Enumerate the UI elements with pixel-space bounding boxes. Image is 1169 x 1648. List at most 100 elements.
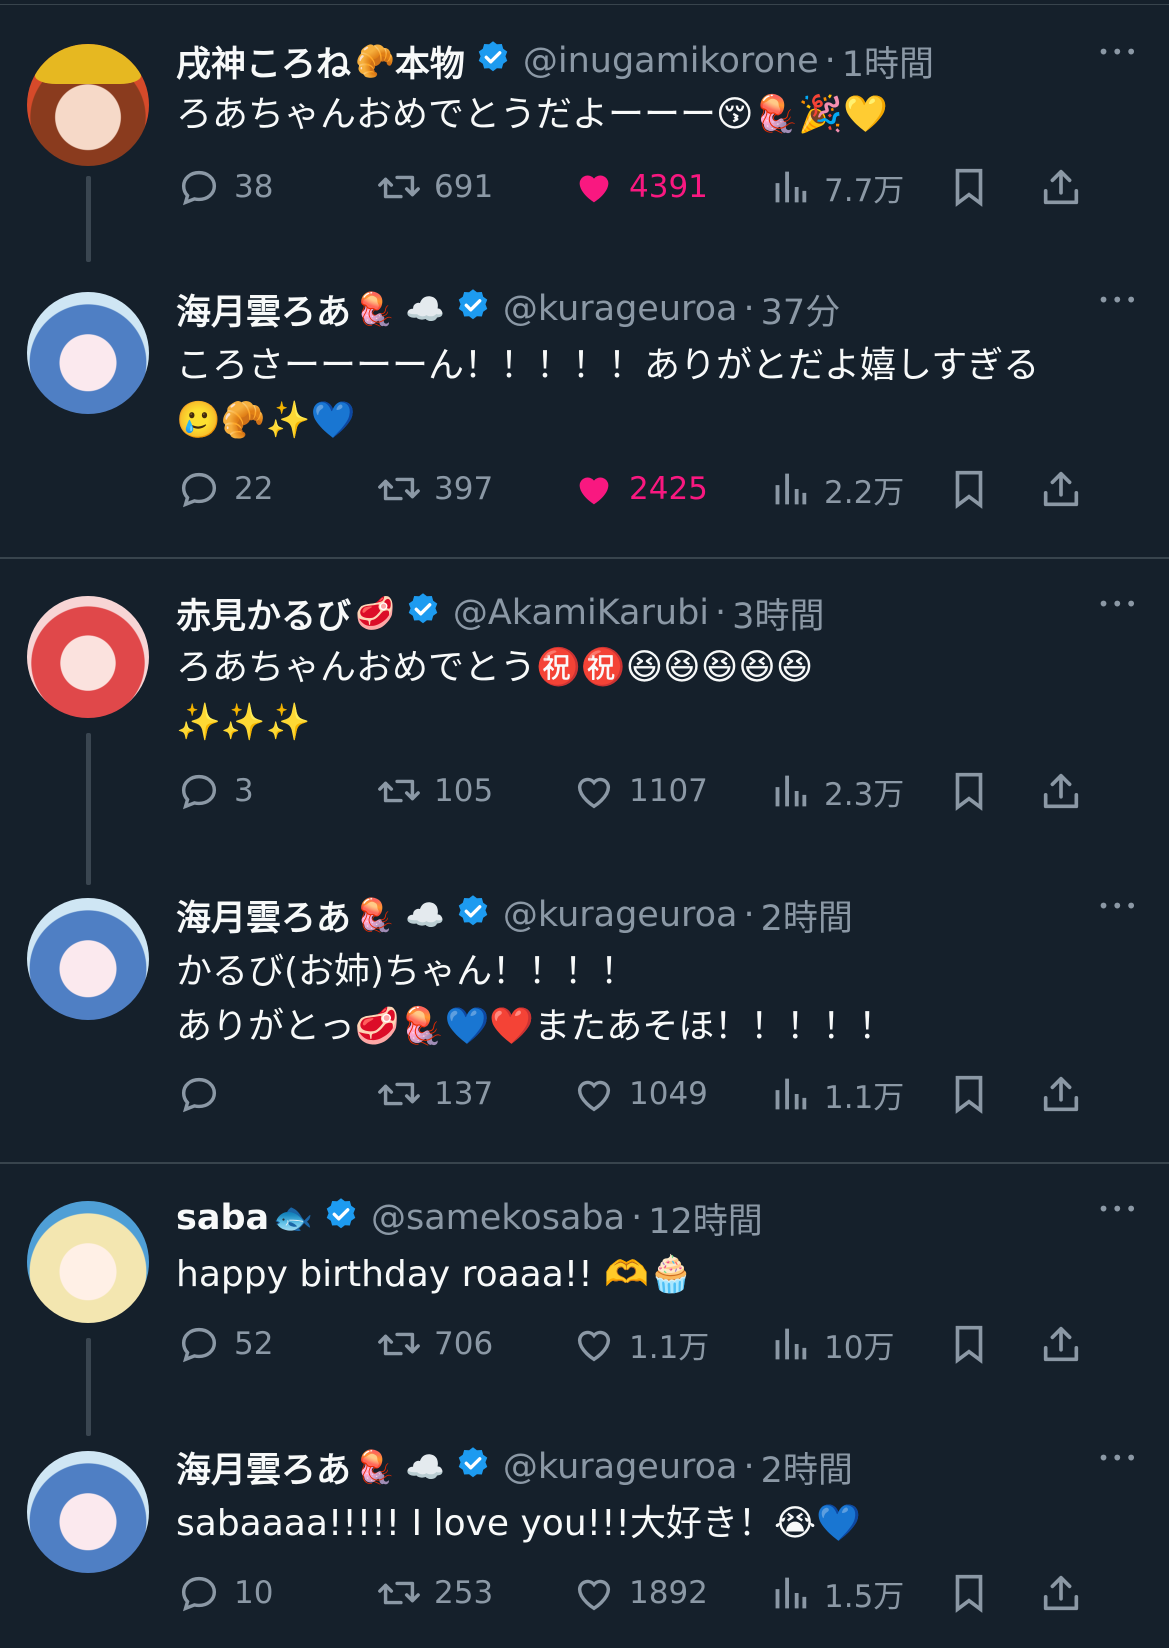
- reply-button[interactable]: [176, 1071, 234, 1117]
- retweet-icon: [376, 1321, 434, 1367]
- thread-line: [86, 1338, 91, 1436]
- share-button[interactable]: [1038, 1321, 1096, 1367]
- action-count: 10万: [824, 1329, 895, 1366]
- like-button[interactable]: 1107: [571, 768, 708, 814]
- action-count: 10: [234, 1575, 274, 1611]
- handle[interactable]: @inugamikorone: [523, 41, 819, 81]
- retweet-icon: [376, 1570, 434, 1616]
- timestamp[interactable]: 1時間: [842, 36, 934, 87]
- retweet-button[interactable]: 691: [376, 164, 493, 210]
- bookmark-button[interactable]: [946, 1321, 1004, 1367]
- views-button[interactable]: 2.3万: [766, 768, 904, 814]
- avatar[interactable]: [27, 1201, 149, 1323]
- reply-icon: [176, 466, 234, 512]
- reply-button[interactable]: 10: [176, 1570, 273, 1616]
- retweet-button[interactable]: 253: [376, 1570, 493, 1616]
- conversation-divider: [0, 557, 1169, 559]
- reply-button[interactable]: 38: [176, 164, 273, 210]
- avatar[interactable]: [27, 898, 149, 1020]
- like-button[interactable]: 4391: [571, 164, 708, 210]
- views-button[interactable]: 1.5万: [766, 1570, 904, 1616]
- share-button[interactable]: [1038, 768, 1096, 814]
- action-count: 38: [234, 169, 274, 205]
- more-options-icon[interactable]: •••: [1098, 1197, 1139, 1221]
- handle[interactable]: @kurageuroa: [503, 1447, 738, 1487]
- tweet-text: ろあちゃんおめでとう㊗️㊗️😆😆😆😆😆 ✨✨✨: [176, 647, 814, 743]
- tweet-header: 海月雲ろあ 🪼 ☁️ @kurageuroa · 2時間: [176, 890, 853, 941]
- display-name[interactable]: 海月雲ろあ: [176, 1442, 351, 1493]
- tweet-actions: 137 1049 1.1万: [176, 1071, 1136, 1121]
- bookmark-button[interactable]: [946, 164, 1004, 210]
- views-button[interactable]: 1.1万: [766, 1071, 904, 1117]
- separator-dot: ·: [715, 593, 727, 633]
- separator-dot: ·: [743, 289, 755, 329]
- tweet-header: saba 🐟 @samekosaba · 12時間: [176, 1193, 763, 1244]
- bookmark-button[interactable]: [946, 466, 1004, 512]
- bookmark-button[interactable]: [946, 1071, 1004, 1117]
- more-options-icon[interactable]: •••: [1098, 40, 1139, 64]
- more-options-icon[interactable]: •••: [1098, 592, 1139, 616]
- tweet-actions: 22 397 2425 2.2万: [176, 466, 1136, 516]
- like-button[interactable]: 2425: [571, 466, 708, 512]
- bookmark-button[interactable]: [946, 768, 1004, 814]
- display-name[interactable]: 海月雲ろあ: [176, 890, 351, 941]
- retweet-button[interactable]: 397: [376, 466, 493, 512]
- handle[interactable]: @kurageuroa: [503, 895, 738, 935]
- timestamp[interactable]: 2時間: [761, 890, 853, 941]
- like-button[interactable]: 1.1万: [571, 1321, 709, 1367]
- reply-button[interactable]: 22: [176, 466, 273, 512]
- display-name[interactable]: 赤見かるび: [176, 588, 351, 639]
- action-count: 22: [234, 471, 274, 507]
- like-button[interactable]: 1049: [571, 1071, 708, 1117]
- more-options-icon[interactable]: •••: [1098, 288, 1139, 312]
- share-button[interactable]: [1038, 164, 1096, 210]
- share-button[interactable]: [1038, 466, 1096, 512]
- like-button[interactable]: 1892: [571, 1570, 708, 1616]
- views-button[interactable]: 2.2万: [766, 466, 904, 512]
- retweet-button[interactable]: 706: [376, 1321, 493, 1367]
- retweet-button[interactable]: 105: [376, 768, 493, 814]
- retweet-icon: [376, 466, 434, 512]
- thread-line: [86, 733, 91, 885]
- reply-icon: [176, 1321, 234, 1367]
- bookmark-button[interactable]: [946, 1570, 1004, 1616]
- action-count: 2425: [629, 471, 708, 507]
- avatar[interactable]: [27, 292, 149, 414]
- more-options-icon[interactable]: •••: [1098, 894, 1139, 918]
- avatar[interactable]: [27, 596, 149, 718]
- share-button[interactable]: [1038, 1071, 1096, 1117]
- like-icon: [571, 768, 629, 814]
- reply-button[interactable]: 3: [176, 768, 254, 814]
- timestamp[interactable]: 3時間: [732, 588, 824, 639]
- handle[interactable]: @AkamiKarubi: [453, 593, 709, 633]
- handle[interactable]: @samekosaba: [371, 1198, 625, 1238]
- share-icon: [1038, 768, 1096, 814]
- views-button[interactable]: 7.7万: [766, 164, 904, 210]
- reply-button[interactable]: 52: [176, 1321, 273, 1367]
- more-options-icon[interactable]: •••: [1098, 1446, 1139, 1470]
- reply-icon: [176, 768, 234, 814]
- views-button[interactable]: 10万: [766, 1321, 894, 1367]
- share-icon: [1038, 1321, 1096, 1367]
- retweet-button[interactable]: 137: [376, 1071, 493, 1117]
- timestamp[interactable]: 12時間: [648, 1193, 763, 1244]
- display-name[interactable]: saba: [176, 1198, 269, 1238]
- display-name[interactable]: 戌神ころね: [176, 36, 351, 87]
- name-emoji: 🥐: [355, 42, 395, 80]
- timestamp[interactable]: 37分: [761, 284, 841, 335]
- tweet-actions: 52 706 1.1万 10万: [176, 1321, 1136, 1371]
- share-button[interactable]: [1038, 1570, 1096, 1616]
- action-count: 1.1万: [629, 1329, 710, 1366]
- avatar[interactable]: [27, 1451, 149, 1573]
- avatar[interactable]: [27, 44, 149, 166]
- action-count: 105: [434, 773, 494, 809]
- verified-badge-icon: [445, 893, 503, 938]
- display-name[interactable]: 海月雲ろあ: [176, 284, 351, 335]
- share-icon: [1038, 164, 1096, 210]
- share-icon: [1038, 466, 1096, 512]
- handle[interactable]: @kurageuroa: [503, 289, 738, 329]
- timestamp[interactable]: 2時間: [761, 1442, 853, 1493]
- name-emoji: 🪼 ☁️: [355, 896, 445, 934]
- name-emoji: 🐟: [273, 1199, 313, 1237]
- action-count: 1049: [629, 1076, 708, 1112]
